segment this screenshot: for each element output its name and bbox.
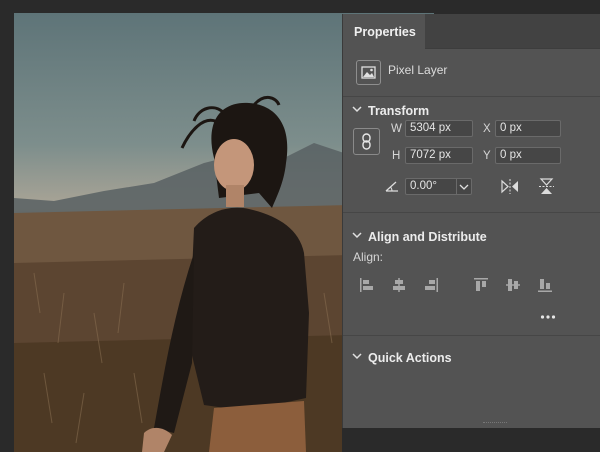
layer-type-row: Pixel Layer — [343, 50, 600, 97]
section-divider — [343, 335, 600, 336]
align-left-icon[interactable] — [359, 277, 375, 293]
align-right-icon[interactable] — [423, 277, 439, 293]
layer-type-label: Pixel Layer — [388, 63, 448, 77]
section-divider — [343, 212, 600, 213]
align-section-header[interactable]: Align and Distribute — [343, 225, 600, 249]
tab-properties[interactable]: Properties — [343, 14, 425, 50]
transform-title: Transform — [368, 104, 430, 118]
pixel-layer-icon — [356, 60, 381, 85]
panel-tab-bar: Properties — [343, 14, 600, 50]
chevron-down-icon — [459, 184, 469, 190]
chevron-down-icon — [352, 232, 362, 239]
quick-actions-section-header[interactable]: Quick Actions — [343, 346, 600, 370]
y-label: Y — [483, 150, 491, 162]
more-icon[interactable] — [540, 312, 556, 322]
panel-resize-grip[interactable] — [483, 422, 507, 424]
properties-panel: Properties Pixel Layer Transform W 5304 … — [342, 14, 600, 428]
chevron-down-icon — [352, 106, 362, 113]
chevron-down-icon — [352, 353, 362, 360]
align-label: Align: — [353, 250, 384, 264]
flip-horizontal-icon[interactable] — [500, 178, 520, 195]
height-label: H — [392, 150, 401, 162]
x-label: X — [483, 123, 491, 135]
rotation-dropdown-button[interactable] — [456, 178, 472, 195]
align-bottom-icon[interactable] — [537, 277, 553, 293]
x-position-field[interactable]: 0 px — [495, 120, 561, 137]
align-section-title: Align and Distribute — [368, 230, 487, 244]
flip-vertical-icon[interactable] — [538, 177, 555, 196]
height-field[interactable]: 7072 px — [405, 147, 473, 164]
angle-icon — [385, 181, 398, 192]
width-field[interactable]: 5304 px — [405, 120, 473, 137]
y-position-field[interactable]: 0 px — [495, 147, 561, 164]
link-icon — [362, 133, 371, 150]
align-top-icon[interactable] — [473, 277, 489, 293]
width-label: W — [391, 123, 402, 135]
canvas-below-panel — [342, 428, 600, 452]
align-middle-vertical-icon[interactable] — [505, 277, 521, 293]
align-center-horizontal-icon[interactable] — [391, 277, 407, 293]
quick-actions-title: Quick Actions — [368, 351, 452, 365]
link-dimensions-button[interactable] — [353, 128, 380, 155]
rotation-angle-field[interactable]: 0.00° — [405, 178, 457, 195]
